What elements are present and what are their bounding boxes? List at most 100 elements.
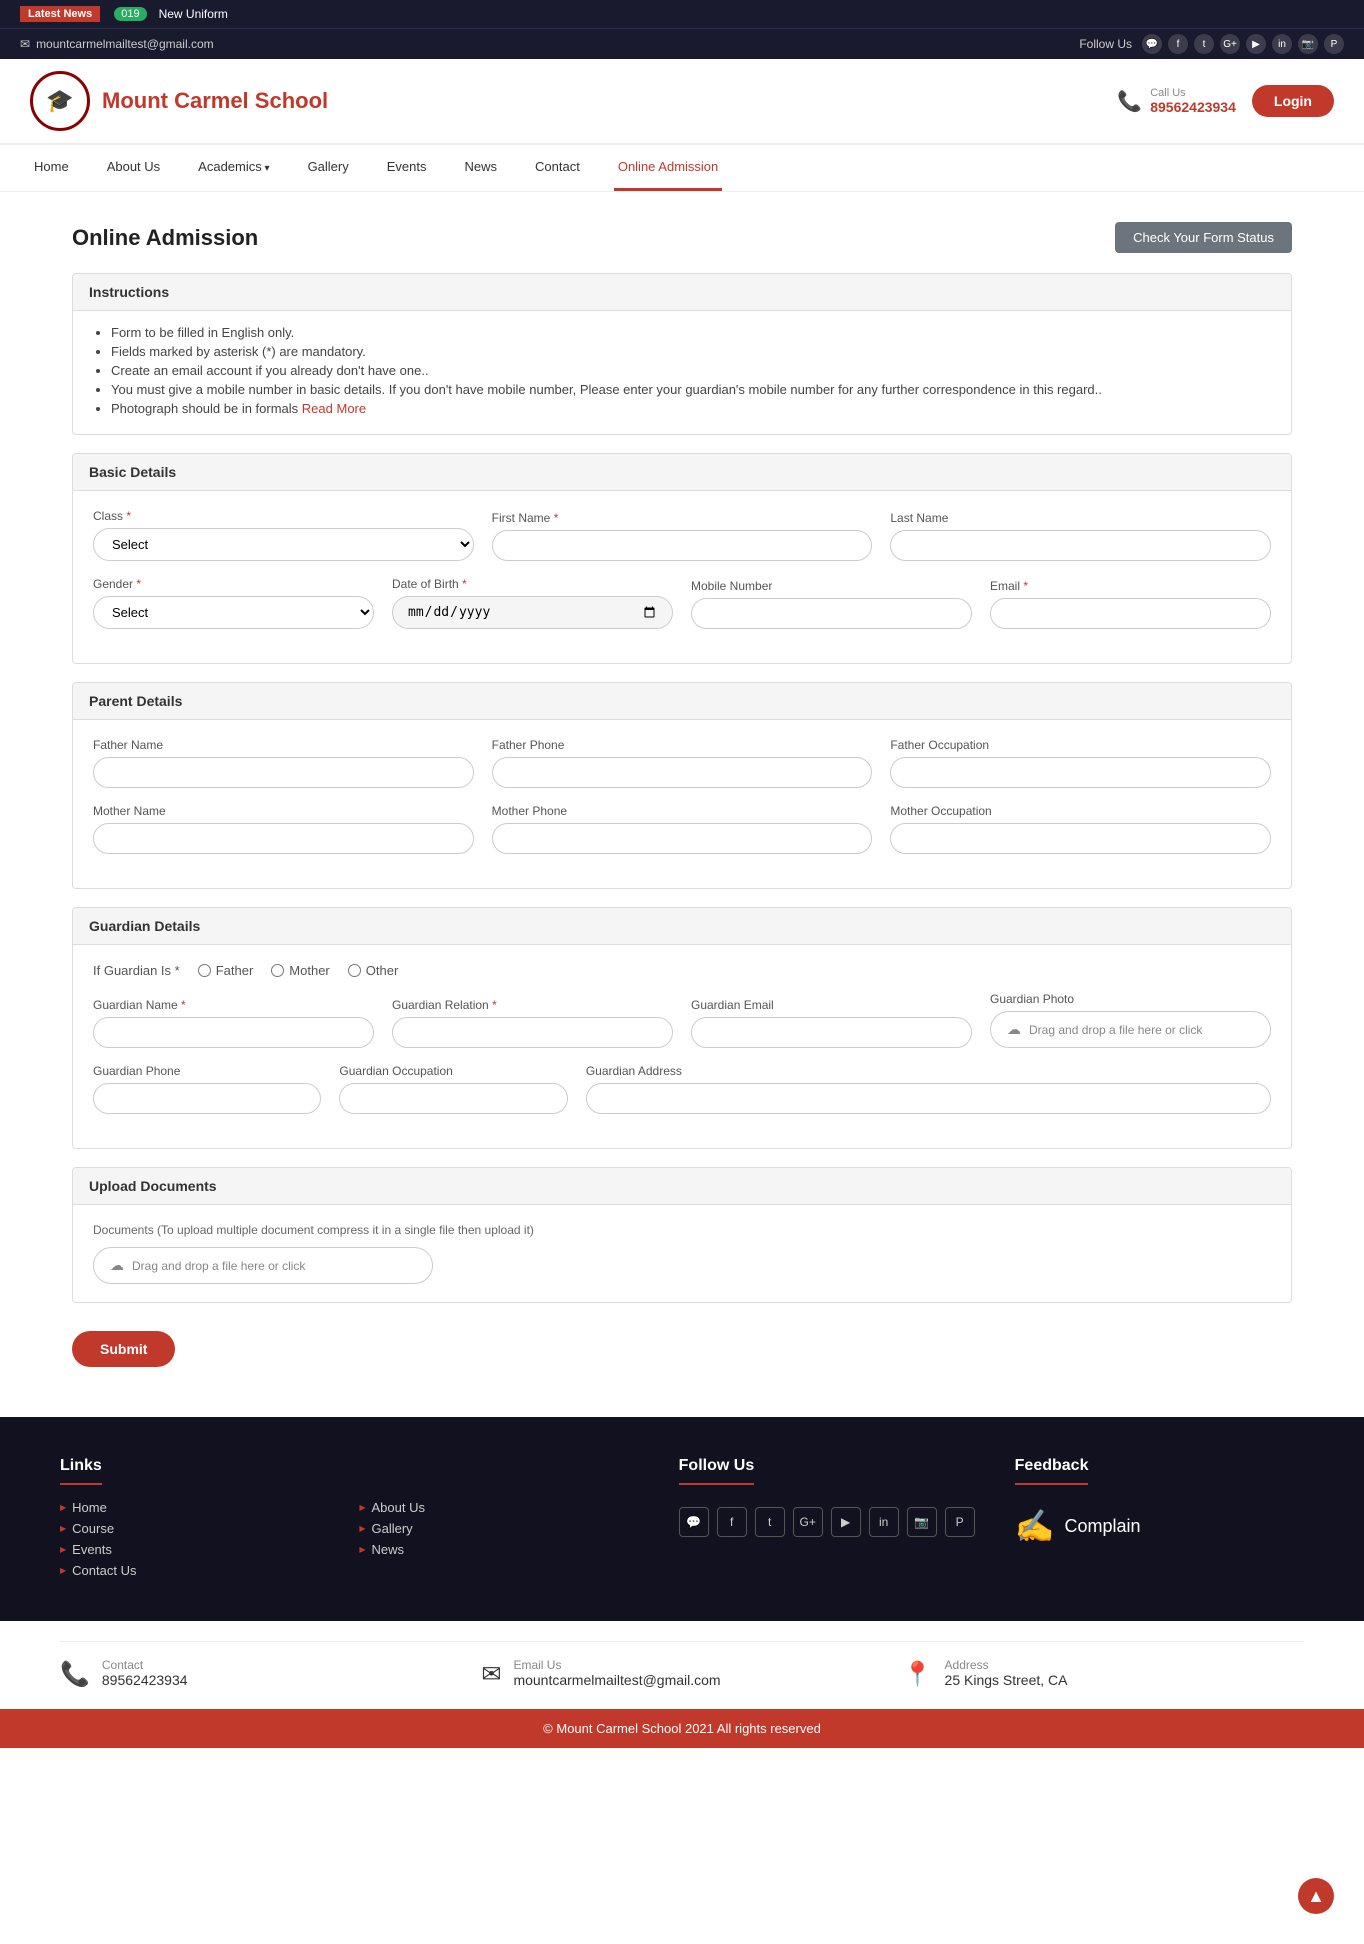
footer-link-contact[interactable]: Contact Us: [60, 1560, 339, 1581]
page-content: Online Admission Check Your Form Status …: [32, 192, 1332, 1397]
login-button[interactable]: Login: [1252, 85, 1334, 117]
guardian-occupation-group: Guardian Occupation: [339, 1064, 567, 1114]
mobile-input[interactable]: [691, 598, 972, 629]
basic-row-2: Gender * Select Date of Birth * Mobile N…: [93, 577, 1271, 629]
footer-linkedin-icon[interactable]: in: [869, 1507, 899, 1537]
footer-link-course[interactable]: Course: [60, 1518, 339, 1539]
class-group: Class * Select: [93, 509, 474, 561]
submit-button[interactable]: Submit: [72, 1331, 175, 1367]
footer-link-about[interactable]: About Us: [359, 1497, 638, 1518]
footer-twitter-icon[interactable]: t: [755, 1507, 785, 1537]
guardian-mother-radio[interactable]: [271, 964, 284, 977]
whatsapp-icon[interactable]: 💬: [1142, 34, 1162, 54]
email-input[interactable]: [990, 598, 1271, 629]
mother-name-input[interactable]: [93, 823, 474, 854]
guardian-father-radio[interactable]: [198, 964, 211, 977]
pinterest-icon[interactable]: P: [1324, 34, 1344, 54]
scroll-to-top-button[interactable]: ▲: [1298, 1878, 1334, 1914]
guardian-email-input[interactable]: [691, 1017, 972, 1048]
footer-bottom: 📞 Contact 89562423934 ✉ Email Us mountca…: [0, 1621, 1364, 1709]
mother-phone-input[interactable]: [492, 823, 873, 854]
footer-feedback-col: Feedback ✍ Complain: [1015, 1457, 1304, 1581]
guardian-photo-group: Guardian Photo ☁ Drag and drop a file he…: [990, 992, 1271, 1048]
guardian-address-input[interactable]: [586, 1083, 1271, 1114]
call-number: 89562423934: [1150, 99, 1236, 115]
youtube-icon[interactable]: ▶: [1246, 34, 1266, 54]
mother-phone-group: Mother Phone: [492, 804, 873, 854]
nav-news[interactable]: News: [461, 145, 502, 191]
guardian-occupation-input[interactable]: [339, 1083, 567, 1114]
footer-link-gallery[interactable]: Gallery: [359, 1518, 638, 1539]
father-name-input[interactable]: [93, 757, 474, 788]
mobile-group: Mobile Number: [691, 579, 972, 629]
guardian-other-radio[interactable]: [348, 964, 361, 977]
footer-facebook-icon[interactable]: f: [717, 1507, 747, 1537]
nav-gallery[interactable]: Gallery: [304, 145, 353, 191]
instruction-item-1: Form to be filled in English only.: [111, 325, 1271, 340]
feedback-icon: ✍: [1015, 1507, 1055, 1545]
nav-academics[interactable]: Academics: [194, 145, 273, 191]
documents-upload[interactable]: ☁ Drag and drop a file here or click: [93, 1247, 433, 1284]
father-occupation-input[interactable]: [890, 757, 1271, 788]
guardian-details-header: Guardian Details: [73, 908, 1291, 945]
gender-select[interactable]: Select: [93, 596, 374, 629]
nav-online-admission[interactable]: Online Admission: [614, 145, 722, 191]
footer-instagram-icon[interactable]: 📷: [907, 1507, 937, 1537]
parent-details-section: Parent Details Father Name Father Phone …: [72, 682, 1292, 889]
guardian-mother-option[interactable]: Mother: [271, 963, 329, 978]
footer-youtube-icon[interactable]: ▶: [831, 1507, 861, 1537]
footer-email-item: ✉ Email Us mountcarmelmailtest@gmail.com: [481, 1658, 882, 1689]
dob-label: Date of Birth *: [392, 577, 673, 591]
footer-links-title: Links: [60, 1457, 102, 1485]
lastname-group: Last Name: [890, 511, 1271, 561]
footer-link-news[interactable]: News: [359, 1539, 638, 1560]
email-area: ✉ mountcarmelmailtest@gmail.com: [20, 37, 214, 51]
complain-label[interactable]: Complain: [1065, 1516, 1141, 1537]
mother-occupation-input[interactable]: [890, 823, 1271, 854]
check-status-button[interactable]: Check Your Form Status: [1115, 222, 1292, 253]
nav-home[interactable]: Home: [30, 145, 73, 191]
parent-details-header: Parent Details: [73, 683, 1291, 720]
dob-input[interactable]: [392, 596, 673, 629]
dob-required-star: *: [462, 577, 467, 591]
guardian-relation-group: Guardian Relation *: [392, 998, 673, 1048]
nav-events[interactable]: Events: [383, 145, 431, 191]
linkedin-icon[interactable]: in: [1272, 34, 1292, 54]
footer-link-home[interactable]: Home: [60, 1497, 339, 1518]
nav-about-us[interactable]: About Us: [103, 145, 164, 191]
parent-row-1: Father Name Father Phone Father Occupati…: [93, 738, 1271, 788]
instructions-header: Instructions: [73, 274, 1291, 311]
basic-details-section: Basic Details Class * Select First Name …: [72, 453, 1292, 664]
guardian-phone-input[interactable]: [93, 1083, 321, 1114]
lastname-input[interactable]: [890, 530, 1271, 561]
call-label: Call Us: [1150, 87, 1236, 99]
doc-upload-icon: ☁: [110, 1257, 124, 1274]
facebook-icon[interactable]: f: [1168, 34, 1188, 54]
read-more-link[interactable]: Read More: [302, 401, 366, 416]
guardian-photo-label: Guardian Photo: [990, 992, 1271, 1006]
twitter-icon[interactable]: t: [1194, 34, 1214, 54]
guardian-photo-upload[interactable]: ☁ Drag and drop a file here or click: [990, 1011, 1271, 1048]
badge-count: 019: [114, 7, 146, 21]
gender-group: Gender * Select: [93, 577, 374, 629]
nav-contact[interactable]: Contact: [531, 145, 584, 191]
footer-whatsapp-icon[interactable]: 💬: [679, 1507, 709, 1537]
guardian-name-input[interactable]: [93, 1017, 374, 1048]
guardian-father-option[interactable]: Father: [198, 963, 254, 978]
footer-pinterest-icon[interactable]: P: [945, 1507, 975, 1537]
guardian-relation-input[interactable]: [392, 1017, 673, 1048]
class-select[interactable]: Select: [93, 528, 474, 561]
guardian-name-label: Guardian Name *: [93, 998, 374, 1012]
firstname-input[interactable]: [492, 530, 873, 561]
instagram-icon[interactable]: 📷: [1298, 34, 1318, 54]
footer-link-events[interactable]: Events: [60, 1539, 339, 1560]
google-plus-icon[interactable]: G+: [1220, 34, 1240, 54]
basic-details-header: Basic Details: [73, 454, 1291, 491]
follow-label: Follow Us: [1079, 37, 1132, 51]
guardian-other-option[interactable]: Other: [348, 963, 399, 978]
guardian-row-1: Guardian Name * Guardian Relation * Guar…: [93, 992, 1271, 1048]
basic-row-1: Class * Select First Name * Last Name: [93, 509, 1271, 561]
footer-gplus-icon[interactable]: G+: [793, 1507, 823, 1537]
phone-icon: 📞: [1117, 89, 1142, 114]
father-phone-input[interactable]: [492, 757, 873, 788]
